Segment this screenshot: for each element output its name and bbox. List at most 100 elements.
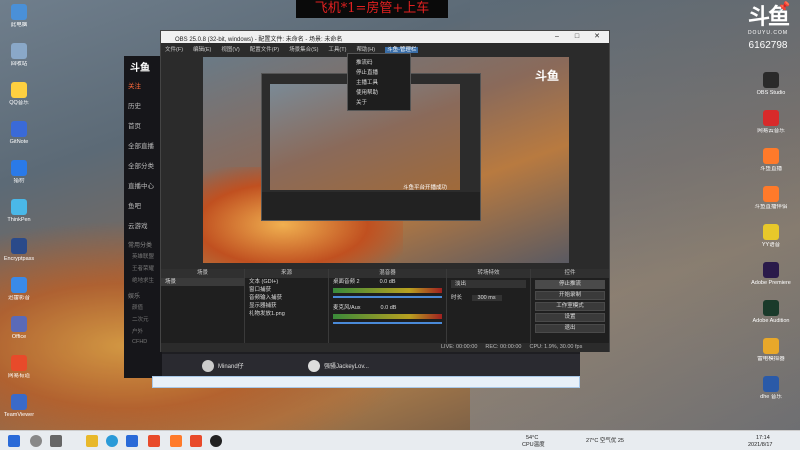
close-icon[interactable]: ✕ xyxy=(587,32,607,42)
desktop-shortcut[interactable]: 网易云音乐 xyxy=(746,110,796,146)
desktop-shortcut[interactable]: Adobe Premiere xyxy=(746,262,796,298)
edge-icon[interactable] xyxy=(106,435,118,447)
pin-icon[interactable]: 📌 xyxy=(778,2,790,13)
sidebar-item[interactable]: 历史 xyxy=(124,94,162,114)
desktop-shortcut-label: Encryptpass xyxy=(3,256,35,262)
scene-item[interactable]: 场景 xyxy=(161,278,244,286)
desktop-shortcut[interactable]: 迅雷影音 xyxy=(2,277,36,311)
sidebar-item[interactable]: 全部分类 xyxy=(124,154,162,174)
desktop-shortcut[interactable]: ThinkPen xyxy=(2,199,36,233)
sidebar-subitem[interactable]: 王者荣耀 xyxy=(124,261,162,273)
source-item[interactable]: 音频输入捕获 xyxy=(245,294,328,302)
explorer-icon[interactable] xyxy=(86,435,98,447)
desktop-shortcut[interactable]: Adobe Audition xyxy=(746,300,796,336)
sidebar-subitem[interactable]: 英雄联盟 xyxy=(124,249,162,261)
sidebar-item[interactable]: 首页 xyxy=(124,114,162,134)
control-button[interactable]: 停止推流 xyxy=(535,280,605,289)
chat-input[interactable] xyxy=(152,376,580,388)
clock-time[interactable]: 17:14 xyxy=(756,435,770,441)
menu-item[interactable]: 编辑(E) xyxy=(193,47,211,53)
transition-type[interactable]: 淡出 xyxy=(451,280,526,288)
audition-icon xyxy=(763,300,779,316)
sidebar-subitem[interactable]: 颜值 xyxy=(124,300,162,312)
user-name-2[interactable]: 强骚JackeyLov... xyxy=(324,361,369,370)
app-icon[interactable] xyxy=(190,435,202,447)
desktop-shortcut[interactable]: 雷电模拟器 xyxy=(746,338,796,374)
sidebar-subitem[interactable]: 户外 xyxy=(124,324,162,336)
avatar[interactable] xyxy=(308,360,320,372)
minimize-icon[interactable]: – xyxy=(547,32,567,42)
desktop-shortcut[interactable]: Encryptpass xyxy=(2,238,36,272)
control-button[interactable]: 设置 xyxy=(535,313,605,322)
obs-statusbar: LIVE: 00:00:00 REC: 00:00:00 CPU: 1.9%, 30… xyxy=(161,343,609,352)
desktop-shortcut[interactable]: YY语音 xyxy=(746,224,796,260)
desktop-shortcut-label: 雷电模拟器 xyxy=(757,356,785,362)
taskview-icon[interactable] xyxy=(50,435,62,447)
sidebar-item[interactable]: 全部直播 xyxy=(124,134,162,154)
app-icon[interactable] xyxy=(148,435,160,447)
menu-item[interactable]: 文件(F) xyxy=(165,47,183,53)
desktop-shortcut-label: 猎豹 xyxy=(13,178,25,184)
source-item[interactable]: 窗口捕获 xyxy=(245,286,328,294)
sidebar-item[interactable]: 云游戏 xyxy=(124,214,162,234)
dropdown-item[interactable]: 主播工具 xyxy=(348,76,410,86)
menu-item[interactable]: 工具(T) xyxy=(328,47,346,53)
dropdown-item[interactable]: 停止直播 xyxy=(348,66,410,76)
menu-item[interactable]: 配置文件(P) xyxy=(250,47,279,53)
menu-item[interactable]: 场景集合(S) xyxy=(289,47,318,53)
avatar[interactable] xyxy=(202,360,214,372)
dropdown-item[interactable]: 推流码 xyxy=(348,56,410,66)
music-icon xyxy=(763,110,779,126)
desktop-shortcut[interactable]: 猎豹 xyxy=(2,160,36,194)
desktop-shortcut[interactable]: 回收站 xyxy=(2,43,36,77)
desktop-shortcut-label: dhe 音乐 xyxy=(760,394,782,400)
dropdown-item[interactable]: 关于 xyxy=(348,96,410,106)
source-item[interactable]: 礼物发放1.png xyxy=(245,310,328,318)
desktop-shortcut-label: 斗鱼直播 xyxy=(759,166,782,172)
control-button[interactable]: 开始录制 xyxy=(535,291,605,300)
desktop-shortcut[interactable]: Office xyxy=(2,316,36,350)
desktop-shortcut[interactable]: 网易有道 xyxy=(2,355,36,389)
volume-slider[interactable] xyxy=(333,322,442,324)
sidebar-item[interactable]: 关注 xyxy=(124,74,162,94)
desktop-shortcut[interactable]: OBS Studio xyxy=(746,72,796,108)
emulator-icon xyxy=(763,338,779,354)
desktop-shortcut[interactable]: dhe 音乐 xyxy=(746,376,796,412)
sidebar-subitem[interactable]: 绝地求生 xyxy=(124,273,162,285)
source-item[interactable]: 显示器捕获 xyxy=(245,302,328,310)
controls-title: 控件 xyxy=(531,269,609,278)
search-icon[interactable] xyxy=(30,435,42,447)
start-icon[interactable] xyxy=(8,435,20,447)
desktop-shortcut[interactable]: GitNote xyxy=(2,121,36,155)
menu-item[interactable]: 视图(V) xyxy=(221,47,239,53)
volume-slider[interactable] xyxy=(333,296,442,298)
status-text: LIVE: 00:00:00 xyxy=(441,344,478,350)
user-name-1[interactable]: Minand仔 xyxy=(218,361,244,370)
sources-dock: 来源 文本 (GDI+) 窗口捕获 音频输入捕获 显示器捕获 礼物发放1.png xyxy=(245,269,329,343)
desktop-shortcut-label: ThinkPen xyxy=(7,217,31,223)
obs-icon[interactable] xyxy=(210,435,222,447)
duration-field[interactable]: 300 ms xyxy=(471,295,502,301)
sidebar-item[interactable]: 鱼吧 xyxy=(124,194,162,214)
desktop-shortcut[interactable]: TeamViewer xyxy=(2,394,36,428)
sidebar-subitem[interactable]: 二次元 xyxy=(124,312,162,324)
desktop-shortcut-label: GitNote xyxy=(9,139,29,145)
control-button[interactable]: 退出 xyxy=(535,324,605,333)
douyu-icon[interactable] xyxy=(170,435,182,447)
clock-date[interactable]: 2021/8/17 xyxy=(748,442,772,448)
sidebar-item[interactable]: 直播中心 xyxy=(124,174,162,194)
app-icon[interactable] xyxy=(126,435,138,447)
desktop-shortcut-label: 网易云音乐 xyxy=(757,128,785,134)
desktop-shortcut[interactable]: 此电脑 xyxy=(2,4,36,38)
desktop-shortcut-label: Adobe Premiere xyxy=(751,280,791,286)
dropdown-item[interactable]: 使用帮助 xyxy=(348,86,410,96)
maximize-icon[interactable]: □ xyxy=(567,32,587,42)
weather-text[interactable]: 27°C 空气优 25 xyxy=(586,438,624,444)
source-item[interactable]: 文本 (GDI+) xyxy=(245,278,328,286)
sidebar-subitem[interactable]: CFHD xyxy=(124,336,162,348)
desktop-shortcut[interactable]: QQ音乐 xyxy=(2,82,36,116)
desktop-shortcut[interactable]: 斗鱼直播伴侣 xyxy=(746,186,796,222)
control-button[interactable]: 工作室模式 xyxy=(535,302,605,311)
yy-icon xyxy=(763,224,779,240)
desktop-shortcut[interactable]: 斗鱼直播 xyxy=(746,148,796,184)
